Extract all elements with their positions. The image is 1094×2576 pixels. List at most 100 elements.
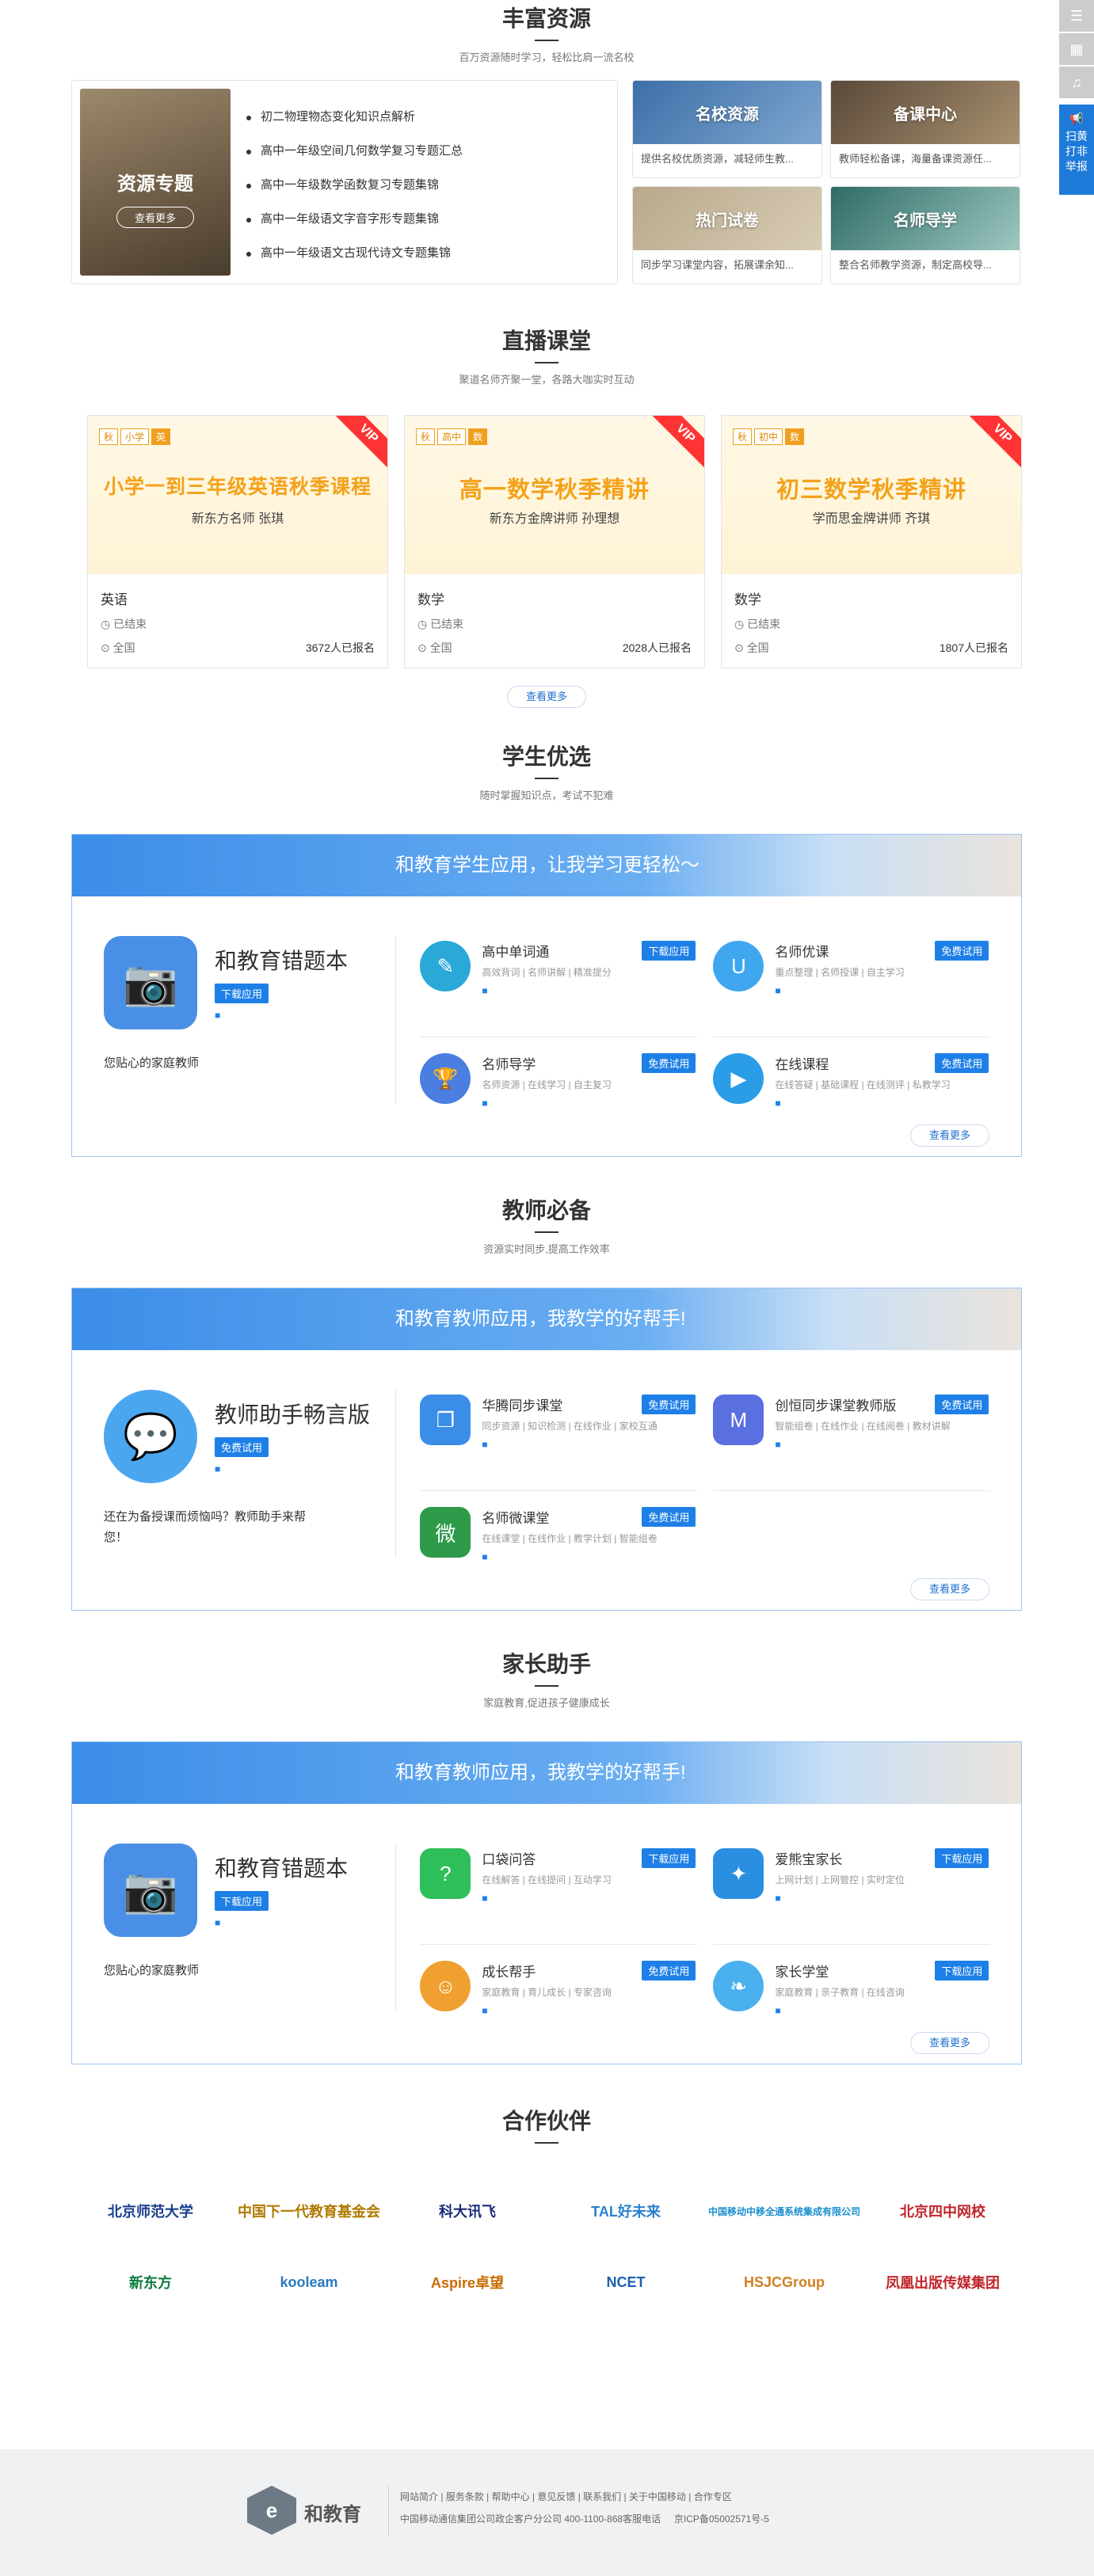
app-name: 口袋问答 bbox=[482, 1852, 536, 1867]
resource-card[interactable]: 备课中心 教师轻松备课，海量备课资源任... bbox=[830, 80, 1020, 178]
list-item[interactable]: 高中一年级语文字音字形专题集锦 bbox=[246, 202, 463, 236]
card-desc: 教师轻松备课，海量备课资源任... bbox=[839, 153, 992, 165]
app-item[interactable]: M 创恒同步课堂教师版 免费试用 智能组卷 | 在线作业 | 在线阅卷 | 教材讲解 ■ bbox=[713, 1390, 991, 1491]
app-item[interactable]: ❧ 家长学堂 下载应用 家庭教育 | 亲子教育 | 在线咨询 ■ bbox=[713, 1945, 990, 2046]
app-features: 在线答疑 | 基础课程 | 在线测评 | 私教学习 bbox=[775, 1079, 951, 1090]
app-item[interactable]: 🏆 名师导学 免费试用 名师资源 | 在线学习 | 自主复习 ■ bbox=[420, 1037, 697, 1139]
partner-logo[interactable]: HSJCGroup bbox=[705, 2262, 863, 2302]
featured-app[interactable]: 📷 和教育错题本 下载应用 ■ 您贴心的家庭教师 bbox=[104, 1844, 397, 2011]
app-action-button[interactable]: 下载应用 bbox=[642, 1848, 696, 1868]
app-features: 家庭教育 | 育儿成长 | 专家咨询 bbox=[482, 1987, 612, 1998]
list-item[interactable]: 高中一年级语文古现代诗文专题集锦 bbox=[246, 236, 463, 270]
parent-more-button[interactable]: 查看更多 bbox=[910, 2032, 989, 2054]
card-desc: 整合名师教学资源，制定高校导... bbox=[839, 259, 992, 271]
partner-logo[interactable]: 北京四中网校 bbox=[863, 2191, 1022, 2231]
app-item[interactable]: ? 口袋问答 下载应用 在线解答 | 在线提问 | 互动学习 ■ bbox=[420, 1844, 698, 1945]
app-name: 名师优课 bbox=[775, 945, 829, 960]
partner-logo[interactable]: 新东方 bbox=[71, 2262, 230, 2302]
app-features: 家庭教育 | 亲子教育 | 在线咨询 bbox=[775, 1987, 905, 1998]
course-banner-title: 高一数学秋季精讲 bbox=[459, 478, 650, 503]
featured-app[interactable]: 💬 教师助手畅言版 免费试用 ■ 还在为备授课而烦恼吗？教师助手来帮您！ bbox=[104, 1390, 397, 1558]
course-status: 已结束 bbox=[430, 618, 464, 630]
partner-logo[interactable]: Aspire卓望 bbox=[388, 2262, 547, 2302]
list-item[interactable]: 高中一年级空间几何数学复习专题汇总 bbox=[246, 134, 463, 168]
section-title: 丰富资源 bbox=[501, 6, 591, 31]
app-item[interactable]: 微名师微课堂 免费试用 在线课堂 | 在线作业 | 教学计划 | 智能组卷 ■ bbox=[420, 1491, 697, 1592]
trial-button[interactable]: 免费试用 bbox=[215, 1437, 269, 1457]
course-banner: 秋高中数 VIP 高一数学秋季精讲 新东方金牌讲师 孙理想 bbox=[405, 416, 704, 574]
app-item[interactable]: ☺ 成长帮手 免费试用 家庭教育 | 育儿成长 | 专家咨询 ■ bbox=[420, 1945, 697, 2046]
list-item[interactable]: 初二物理物态变化知识点解析 bbox=[246, 100, 463, 134]
partner-logo[interactable]: TAL好未来 bbox=[547, 2191, 705, 2231]
section-title: 直播课堂 bbox=[501, 329, 591, 353]
app-name: 创恒同步课堂教师版 bbox=[775, 1398, 897, 1414]
app-action-button[interactable]: 免费试用 bbox=[642, 1507, 696, 1527]
card-desc: 同步学习课堂内容，拓展课余知... bbox=[641, 259, 794, 271]
partner-logo[interactable]: 中国移动中移全通系统集成有限公司 bbox=[705, 2191, 863, 2231]
app-action-button[interactable]: 免费试用 bbox=[935, 1053, 989, 1073]
app-item[interactable]: ✎ 高中单词通 下载应用 高效背词 | 名师讲解 | 精准提分 ■ bbox=[420, 936, 698, 1037]
bookmark-icon: ■ bbox=[215, 1010, 221, 1021]
app-item[interactable]: U 名师优课 免费试用 重点整理 | 名师授课 | 自主学习 ■ bbox=[713, 936, 991, 1037]
parent-app-panel: 和教育教师应用，我教学的好帮手! 📷 和教育错题本 下载应用 ■ 您贴心的家庭教… bbox=[71, 1741, 1022, 2064]
trophy-icon: 🏆 bbox=[420, 1053, 471, 1104]
resource-feature-image[interactable]: 资源专题 查看更多 bbox=[80, 89, 231, 276]
resource-card[interactable]: 热门试卷 同步学习课堂内容，拓展课余知... bbox=[632, 186, 822, 284]
partner-logo[interactable]: 中国下一代教育基金会 bbox=[230, 2191, 388, 2231]
resources-block: 资源专题 查看更多 初二物理物态变化知识点解析 高中一年级空间几何数学复习专题汇… bbox=[71, 80, 1022, 284]
title-divider bbox=[535, 2142, 558, 2144]
bookmark-icon: ■ bbox=[482, 2005, 488, 2016]
list-item[interactable]: 高中一年级数学函数复习专题集锦 bbox=[246, 168, 463, 202]
app-action-button[interactable]: 免费试用 bbox=[642, 1961, 696, 1981]
featured-app[interactable]: 📷 和教育错题本 下载应用 ■ 您贴心的家庭教师 bbox=[104, 936, 397, 1104]
app-item[interactable]: ❐ 华腾同步课堂 免费试用 同步资源 | 知识检测 | 在线作业 | 家校互通 ■ bbox=[420, 1390, 698, 1491]
course-card[interactable]: 秋高中数 VIP 高一数学秋季精讲 新东方金牌讲师 孙理想 数学 ◷ 已结束 ⊙… bbox=[404, 415, 705, 668]
partner-logo[interactable]: NCET bbox=[547, 2262, 705, 2302]
play-icon: ▶ bbox=[713, 1053, 764, 1104]
app-name: 高中单词通 bbox=[482, 945, 550, 960]
doc-icon[interactable]: ☰ bbox=[1059, 0, 1094, 32]
resource-card[interactable]: 名校资源 提供名校优质资源，减轻师生教... bbox=[632, 80, 822, 178]
partner-logo[interactable]: kooleam bbox=[230, 2262, 388, 2302]
title-divider bbox=[535, 1231, 558, 1233]
m-logo-icon: M bbox=[713, 1395, 764, 1445]
report-button[interactable]: 📢 扫黄打非举报 bbox=[1059, 105, 1094, 195]
download-button[interactable]: 下载应用 bbox=[215, 1891, 269, 1911]
app-action-button[interactable]: 免费试用 bbox=[642, 1053, 696, 1073]
app-item[interactable]: ▶ 在线课程 免费试用 在线答疑 | 基础课程 | 在线测评 | 私教学习 ■ bbox=[713, 1037, 990, 1139]
title-divider bbox=[535, 1685, 558, 1687]
location-icon: ⊙ 全国 bbox=[734, 641, 769, 654]
app-list: ❐ 华腾同步课堂 免费试用 同步资源 | 知识检测 | 在线作业 | 家校互通 ■ M创… bbox=[420, 1390, 1021, 1592]
tag: 数 bbox=[785, 428, 805, 445]
live-more-button[interactable]: 查看更多 bbox=[507, 686, 586, 708]
app-action-button[interactable]: 下载应用 bbox=[935, 1848, 989, 1868]
section-subtitle: 家庭教育,促进孩子健康成长 bbox=[483, 1697, 610, 1709]
app-item[interactable]: ✦ 爱熊宝家长 下载应用 上网计划 | 上网管控 | 实时定位 ■ bbox=[713, 1844, 991, 1945]
student-more-button[interactable]: 查看更多 bbox=[910, 1124, 989, 1147]
course-card[interactable]: 秋小学英 VIP 小学一到三年级英语秋季课程 新东方名师 张琪 英语 ◷ 已结束… bbox=[87, 415, 388, 668]
app-action-button[interactable]: 免费试用 bbox=[642, 1395, 696, 1414]
megaphone-icon: 📢 bbox=[1069, 112, 1084, 124]
app-action-button[interactable]: 下载应用 bbox=[642, 941, 696, 961]
qrcode-icon[interactable]: ▦ bbox=[1059, 33, 1094, 65]
app-name: 在线课程 bbox=[775, 1057, 829, 1072]
app-features: 在线解答 | 在线提问 | 互动学习 bbox=[482, 1874, 612, 1885]
featured-app-slogan: 您贴心的家庭教师 bbox=[104, 1056, 200, 1070]
partner-logo[interactable]: 凤凰出版传媒集团 bbox=[863, 2262, 1022, 2302]
download-button[interactable]: 下载应用 bbox=[215, 984, 269, 1003]
resource-card[interactable]: 名师导学 整合名师教学资源，制定高校导... bbox=[830, 186, 1020, 284]
feature-more-button[interactable]: 查看更多 bbox=[116, 207, 194, 228]
app-action-button[interactable]: 下载应用 bbox=[935, 1961, 989, 1981]
partner-logo[interactable]: 科大讯飞 bbox=[388, 2191, 547, 2231]
camera-icon: 📷 bbox=[104, 936, 197, 1029]
course-card[interactable]: 秋初中数 VIP 初三数学秋季精讲 学而思金牌讲师 齐琪 数学 ◷ 已结束 ⊙ … bbox=[721, 415, 1022, 668]
partner-logo[interactable]: 北京师范大学 bbox=[71, 2191, 230, 2231]
course-status: 已结束 bbox=[113, 618, 147, 630]
headset-icon[interactable]: ♫ bbox=[1059, 67, 1094, 98]
teacher-more-button[interactable]: 查看更多 bbox=[910, 1578, 989, 1600]
location-icon: ⊙ 全国 bbox=[417, 641, 452, 654]
app-action-button[interactable]: 免费试用 bbox=[935, 941, 989, 961]
footer-links[interactable]: 网站简介 | 服务条款 | 帮助中心 | 意见反馈 | 联系我们 | 关于中国移… bbox=[400, 2486, 769, 2508]
app-action-button[interactable]: 免费试用 bbox=[935, 1395, 989, 1414]
clock-icon: ◷ 已结束 bbox=[734, 618, 781, 630]
